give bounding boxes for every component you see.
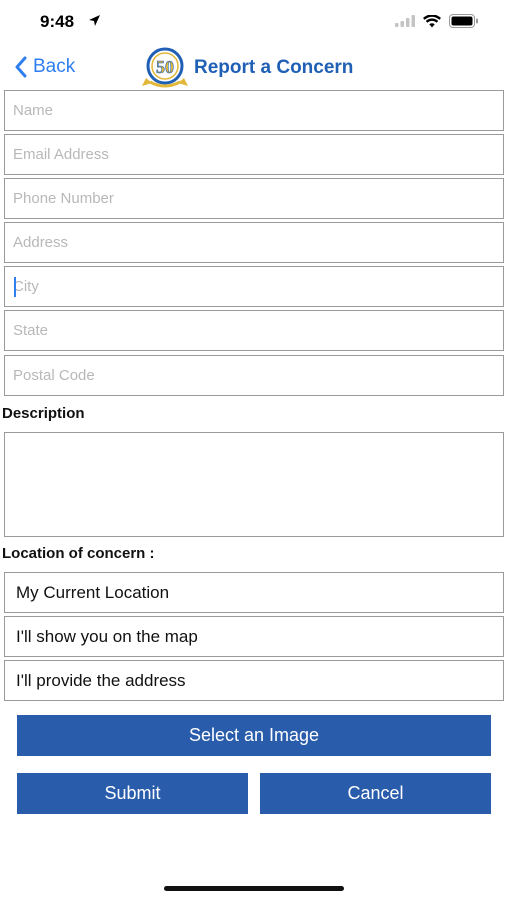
chevron-left-icon — [15, 56, 27, 78]
battery-icon — [449, 14, 478, 28]
status-bar: 9:48 — [0, 0, 507, 44]
signal-icon — [395, 15, 415, 27]
phone-field[interactable] — [4, 178, 504, 219]
back-label: Back — [33, 56, 76, 77]
location-option-current[interactable]: My Current Location — [4, 572, 504, 613]
cancel-button[interactable]: Cancel — [260, 773, 491, 814]
address-field[interactable] — [4, 222, 504, 263]
location-option-address[interactable]: I'll provide the address — [4, 660, 504, 701]
location-option-map[interactable]: I'll show you on the map — [4, 616, 504, 657]
description-label: Description — [2, 405, 85, 422]
postal-code-input[interactable] — [5, 356, 503, 395]
page-title: Report a Concern — [194, 57, 354, 78]
status-time: 9:48 — [40, 12, 75, 31]
home-indicator[interactable] — [164, 886, 344, 891]
navigation-bar: Back 50 Report a Concern — [0, 44, 507, 90]
back-button[interactable]: Back — [14, 56, 75, 78]
wifi-icon — [423, 14, 441, 27]
status-indicators — [395, 14, 479, 28]
name-input[interactable] — [5, 91, 503, 130]
city-logo-icon: 50 — [142, 47, 188, 88]
state-input[interactable] — [5, 311, 503, 350]
description-field[interactable] — [4, 432, 504, 537]
email-input[interactable] — [5, 135, 503, 174]
nav-title-group: 50 Report a Concern — [140, 46, 353, 90]
location-arrow-icon — [89, 15, 100, 26]
select-image-button[interactable]: Select an Image — [17, 715, 491, 756]
email-field[interactable] — [4, 134, 504, 175]
logo-text: 50 — [156, 57, 174, 77]
name-field[interactable] — [4, 90, 504, 131]
submit-button[interactable]: Submit — [17, 773, 248, 814]
city-input[interactable] — [5, 267, 503, 306]
location-label: Location of concern : — [2, 545, 155, 562]
text-cursor — [14, 277, 16, 297]
city-field[interactable] — [4, 266, 504, 307]
address-input[interactable] — [5, 223, 503, 262]
postal-code-field[interactable] — [4, 355, 504, 396]
phone-input[interactable] — [5, 179, 503, 218]
description-textarea[interactable] — [5, 433, 503, 536]
state-field[interactable] — [4, 310, 504, 351]
